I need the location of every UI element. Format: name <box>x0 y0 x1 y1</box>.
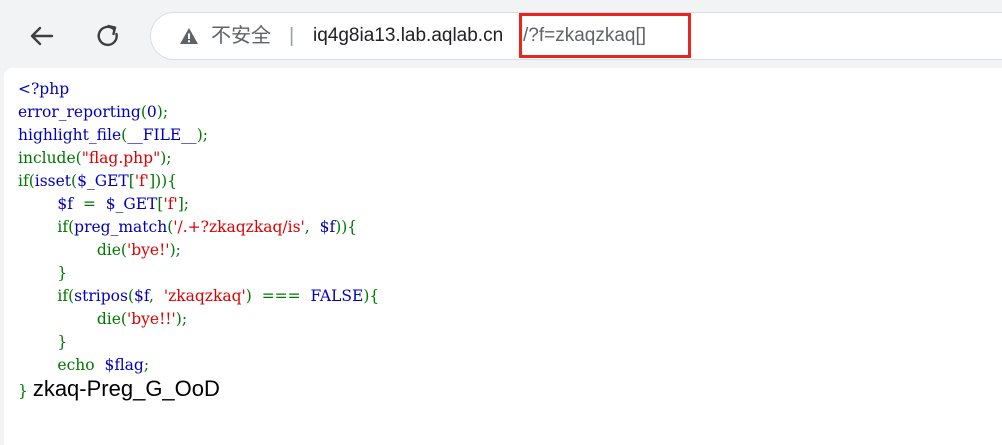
code-token: } <box>18 382 28 400</box>
php-source-code: <?php error_reporting(0); highlight_file… <box>18 78 379 403</box>
code-token: ); <box>196 126 208 144</box>
code-token: = <box>73 195 106 213</box>
code-token: die( <box>96 241 127 259</box>
code-string: 'f' <box>163 195 178 213</box>
address-separator: | <box>289 25 295 47</box>
code-token: preg_match <box>74 218 168 236</box>
code-token: ){ <box>363 287 380 305</box>
code-string: 'bye!' <box>126 241 170 259</box>
code-string: '/.+?zkaqzkaq/is' <box>173 218 305 236</box>
code-token: stripos <box>74 287 128 305</box>
code-token: FALSE <box>310 287 364 305</box>
code-token: )){ <box>335 218 358 236</box>
code-token: } <box>18 264 68 282</box>
page-content: <?php error_reporting(0); highlight_file… <box>4 68 1002 445</box>
browser-toolbar: 不安全 | iq4g8ia13.lab.aqlab.cn /?f=zkaqzka… <box>0 0 1002 68</box>
code-string: "flag.php" <box>81 149 161 167</box>
code-token: include( <box>18 149 82 167</box>
back-button[interactable] <box>24 18 60 54</box>
code-token: echo <box>57 356 105 374</box>
code-token: , <box>304 218 320 236</box>
flag-output: zkaq-Preg_G_OoD <box>32 376 220 401</box>
code-token: die( <box>96 310 127 328</box>
code-token: ) === <box>245 287 311 305</box>
code-token: $_GET <box>105 195 158 213</box>
code-token: isset <box>34 172 72 190</box>
code-token: __FILE__ <box>127 126 197 144</box>
code-token: ; <box>143 356 150 374</box>
address-bar[interactable]: 不安全 | iq4g8ia13.lab.aqlab.cn /?f=zkaqzka… <box>150 12 1002 60</box>
code-token: if( <box>57 287 75 305</box>
code-token: $f <box>134 287 150 305</box>
url-host[interactable]: iq4g8ia13.lab.aqlab.cn <box>313 23 503 49</box>
code-token: if( <box>18 172 35 190</box>
code-token: $_GET <box>77 172 129 190</box>
code-token: ]; <box>177 195 189 213</box>
code-token: if( <box>57 218 75 236</box>
code-token: } <box>18 333 68 351</box>
code-token: , <box>149 287 164 305</box>
code-token: $flag <box>104 356 144 374</box>
url-query[interactable]: /?f=zkaqzkaq[] <box>523 23 646 49</box>
php-open-tag: <?php <box>18 80 70 98</box>
code-string: 'zkaqzkaq' <box>163 287 246 305</box>
code-string: 'bye!!' <box>126 310 176 328</box>
back-arrow-icon <box>30 26 54 46</box>
code-token: ); <box>169 241 181 259</box>
code-token: highlight_file <box>18 126 122 144</box>
not-secure-warning-icon[interactable] <box>179 26 199 46</box>
not-secure-label[interactable]: 不安全 <box>211 23 271 49</box>
code-token: ); <box>156 103 169 121</box>
code-string: 'f' <box>134 172 150 190</box>
reload-icon <box>97 24 118 47</box>
code-token: $f <box>57 195 74 213</box>
code-token: ); <box>160 149 172 167</box>
code-token: 0 <box>146 103 157 121</box>
reload-button[interactable] <box>90 18 126 54</box>
code-token: error_reporting <box>18 103 141 121</box>
code-token: ])){ <box>149 172 178 190</box>
code-token: $f <box>319 218 336 236</box>
code-token: ); <box>175 310 188 328</box>
